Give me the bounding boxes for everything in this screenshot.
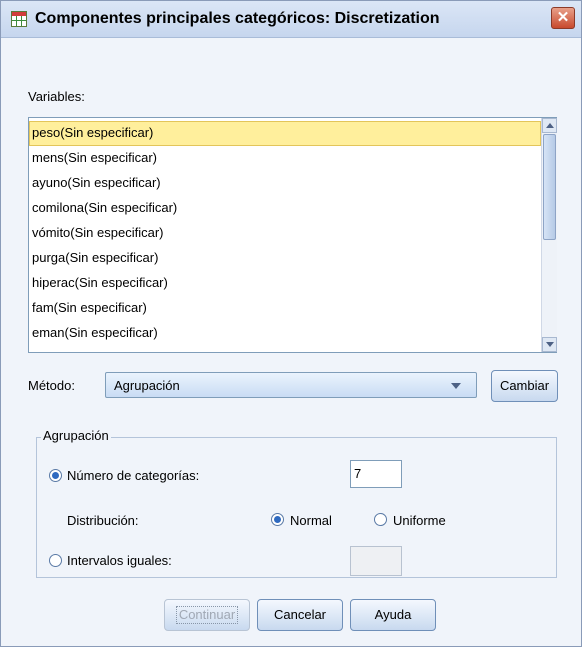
cancel-button[interactable]: Cancelar	[257, 599, 343, 631]
close-button[interactable]: ✕	[551, 7, 575, 29]
num-categories-input[interactable]: 7	[350, 460, 402, 488]
cancel-button-label: Cancelar	[273, 607, 327, 622]
dialog-window: Componentes principales categóricos: Dis…	[0, 0, 582, 647]
list-item[interactable]: hiperac(Sin especificar)	[29, 271, 541, 296]
continue-button[interactable]: Continuar	[164, 599, 250, 631]
distribution-label: Distribución:	[67, 513, 139, 528]
normal-label: Normal	[290, 513, 332, 528]
list-item[interactable]: ayuno(Sin especificar)	[29, 171, 541, 196]
spreadsheet-icon	[11, 11, 27, 27]
num-categories-label: Número de categorías:	[67, 468, 200, 483]
list-item[interactable]: eman(Sin especificar)	[29, 321, 541, 346]
change-button[interactable]: Cambiar	[491, 370, 558, 402]
grouping-title: Agrupación	[41, 428, 111, 443]
num-categories-radio[interactable]	[49, 469, 62, 482]
method-dropdown[interactable]: Agrupación	[105, 372, 477, 398]
scroll-down-button[interactable]	[542, 337, 557, 352]
equal-intervals-radio[interactable]	[49, 554, 62, 567]
window-title: Componentes principales categóricos: Dis…	[35, 10, 440, 27]
method-dropdown-value: Agrupación	[114, 378, 180, 393]
variables-list: peso(Sin especificar) mens(Sin especifica…	[29, 118, 541, 352]
list-item[interactable]: purga(Sin especificar)	[29, 246, 541, 271]
equal-intervals-input[interactable]	[350, 546, 402, 576]
change-button-label: Cambiar	[499, 378, 550, 393]
list-item[interactable]: mens(Sin especificar)	[29, 146, 541, 171]
vertical-scrollbar[interactable]	[541, 118, 557, 352]
continue-button-label: Continuar	[175, 606, 239, 624]
help-button-label: Ayuda	[374, 607, 412, 622]
normal-radio[interactable]	[271, 513, 284, 526]
variables-label: Variables:	[28, 89, 85, 104]
list-item[interactable]: peso(Sin especificar)	[29, 121, 541, 146]
help-button[interactable]: Ayuda	[350, 599, 436, 631]
arrow-down-icon	[546, 342, 554, 347]
list-item[interactable]: comilona(Sin especificar)	[29, 196, 541, 221]
variables-label-text: Variables:	[28, 89, 85, 104]
scroll-up-button[interactable]	[542, 118, 557, 133]
list-item[interactable]: vómito(Sin especificar)	[29, 221, 541, 246]
method-label: Método:	[28, 378, 75, 393]
num-categories-value: 7	[354, 466, 362, 481]
scroll-thumb[interactable]	[543, 134, 556, 240]
equal-intervals-label: Intervalos iguales:	[67, 553, 172, 568]
arrow-up-icon	[546, 123, 554, 128]
uniform-radio[interactable]	[374, 513, 387, 526]
list-item[interactable]: fam(Sin especificar)	[29, 296, 541, 321]
variables-listbox[interactable]: peso(Sin especificar) mens(Sin especifica…	[28, 117, 557, 353]
title-bar[interactable]: Componentes principales categóricos: Dis…	[1, 1, 581, 38]
chevron-down-icon	[451, 383, 461, 389]
uniform-label: Uniforme	[393, 513, 446, 528]
